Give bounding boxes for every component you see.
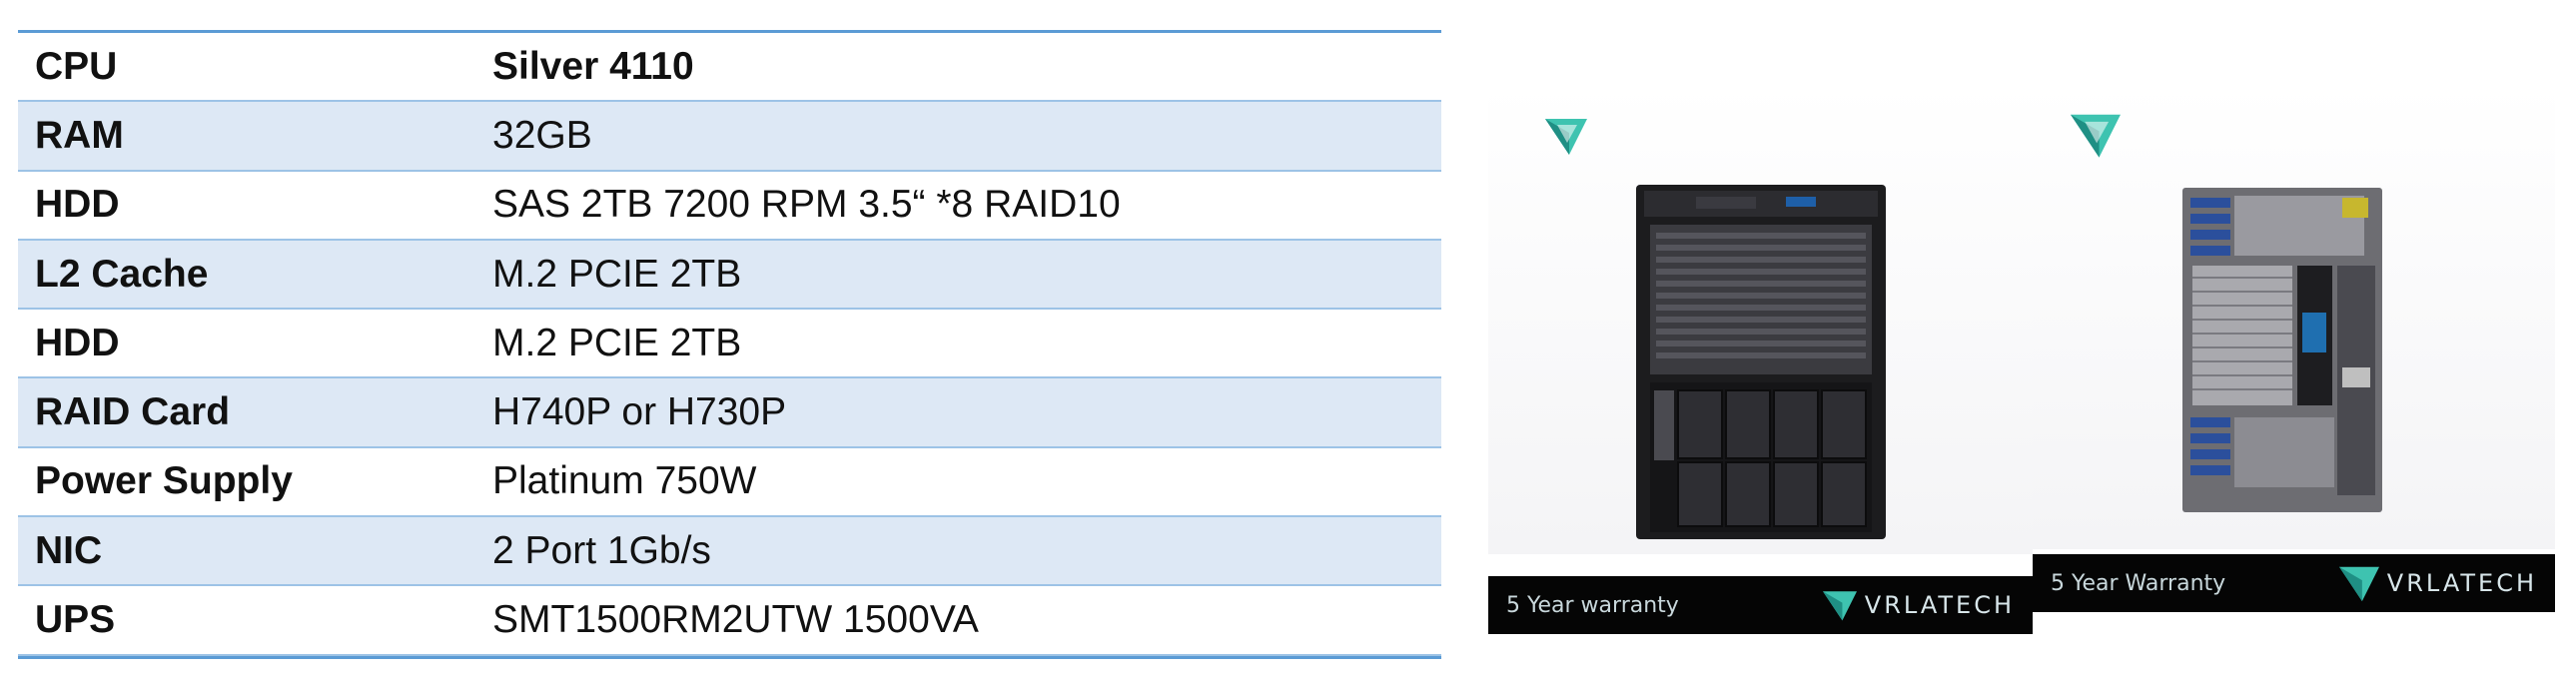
server-front-photo: 5 Year warranty VRLATECH xyxy=(1488,85,2033,634)
spec-label: NIC xyxy=(35,528,103,572)
spec-value: SAS 2TB 7200 RPM 3.5“ *8 RAID10 xyxy=(492,183,1121,227)
spec-row-hdd-2: HDD M.2 PCIE 2TB xyxy=(18,310,1441,379)
spec-label: HDD xyxy=(35,183,120,227)
brand-name: VRLATECH xyxy=(2386,569,2537,597)
warranty-banner: 5 Year warranty VRLATECH xyxy=(1488,576,2033,634)
brand-lockup: VRLATECH xyxy=(2337,563,2537,603)
spec-row-hdd: HDD SAS 2TB 7200 RPM 3.5“ *8 RAID10 xyxy=(18,172,1441,241)
brand-name: VRLATECH xyxy=(1864,591,2015,619)
spec-value: M.2 PCIE 2TB xyxy=(492,252,742,296)
brand-lockup: VRLATECH xyxy=(1821,588,2015,622)
spec-value: SMT1500RM2UTW 1500VA xyxy=(492,598,979,642)
vrlatech-logo-icon xyxy=(1822,591,1857,621)
spec-row-nic: NIC 2 Port 1Gb/s xyxy=(18,517,1441,587)
vrlatech-logo-icon xyxy=(2338,566,2379,602)
spec-value: 32GB xyxy=(492,113,592,157)
spec-label: HDD xyxy=(35,321,120,364)
spec-row-power-supply: Power Supply Platinum 750W xyxy=(18,448,1441,518)
warranty-text: 5 Year warranty xyxy=(1506,592,1679,618)
spec-label: RAID Card xyxy=(35,390,231,434)
spec-table: CPU Silver 4110 RAM 32GB HDD SAS 2TB 720… xyxy=(18,30,1441,659)
spec-label: CPU xyxy=(35,44,118,88)
server-rear-photo: 5 Year Warranty VRLATECH xyxy=(2033,85,2555,629)
spec-label: L2 Cache xyxy=(35,252,209,296)
spec-row-ups: UPS SMT1500RM2UTW 1500VA xyxy=(18,586,1441,656)
vrlatech-logo-icon xyxy=(2071,114,2121,158)
spec-value: H740P or H730P xyxy=(492,390,787,434)
spec-value: M.2 PCIE 2TB xyxy=(492,321,742,364)
table-bottom-rule xyxy=(18,655,1441,659)
spec-label: UPS xyxy=(35,598,116,642)
spec-label: Power Supply xyxy=(35,459,293,503)
spec-value: Platinum 750W xyxy=(492,459,757,503)
warranty-text: 5 Year Warranty xyxy=(2051,570,2226,596)
spec-label: RAM xyxy=(35,113,124,157)
server-rear-illustration xyxy=(2182,188,2382,512)
spec-value: 2 Port 1Gb/s xyxy=(492,528,711,572)
spec-row-raid-card: RAID Card H740P or H730P xyxy=(18,378,1441,448)
spec-row-cpu: CPU Silver 4110 xyxy=(18,33,1441,103)
spec-row-l2-cache: L2 Cache M.2 PCIE 2TB xyxy=(18,240,1441,311)
server-front-illustration xyxy=(1636,185,1886,539)
vrlatech-logo-icon xyxy=(1545,119,1587,155)
warranty-banner: 5 Year Warranty VRLATECH xyxy=(2033,554,2555,612)
spec-value: Silver 4110 xyxy=(492,44,694,88)
spec-row-ram: RAM 32GB xyxy=(18,102,1441,172)
